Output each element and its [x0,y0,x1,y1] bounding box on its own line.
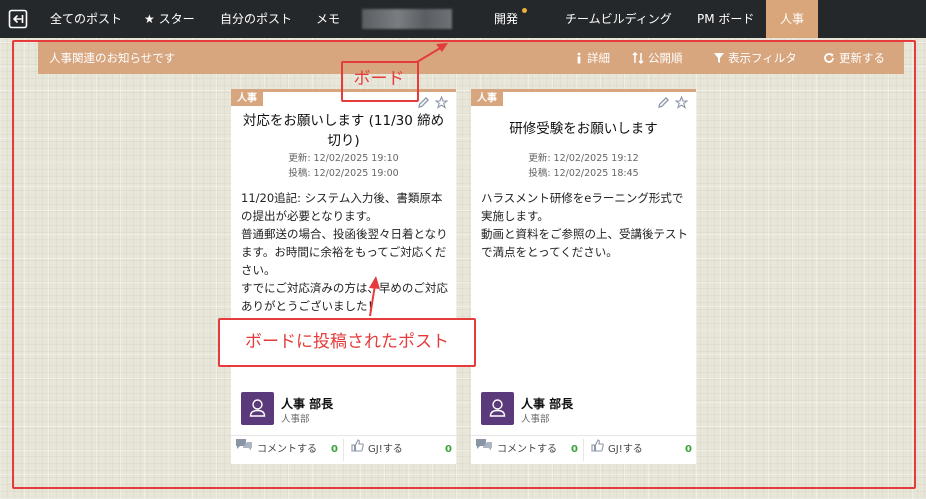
nav-star-label: スター [158,12,195,26]
blurred-board-name[interactable] [362,9,452,29]
unread-dot [522,8,527,13]
home-icon[interactable] [8,9,28,29]
top-nav: 全てのポスト ★ スター 自分のポスト メモ 開発 チームビルディング PM ボ… [0,0,926,38]
nav-memo[interactable]: メモ [316,0,340,38]
nav-board-pm[interactable]: PM ボード [697,0,754,38]
nav-all-posts[interactable]: 全てのポスト [50,0,122,38]
nav-star[interactable]: ★ スター [144,0,195,38]
annotation-label-post: ボードに投稿されたポスト [245,332,449,352]
annotation-frame [12,40,916,489]
nav-my-posts[interactable]: 自分のポスト [220,0,292,38]
nav-board-hr[interactable]: 人事 [766,0,819,38]
nav-board-teambuilding[interactable]: チームビルディング [565,0,672,38]
star-icon: ★ [144,12,155,26]
annotation-label-board: ボード [353,69,405,89]
nav-board-dev[interactable]: 開発 [494,0,518,38]
